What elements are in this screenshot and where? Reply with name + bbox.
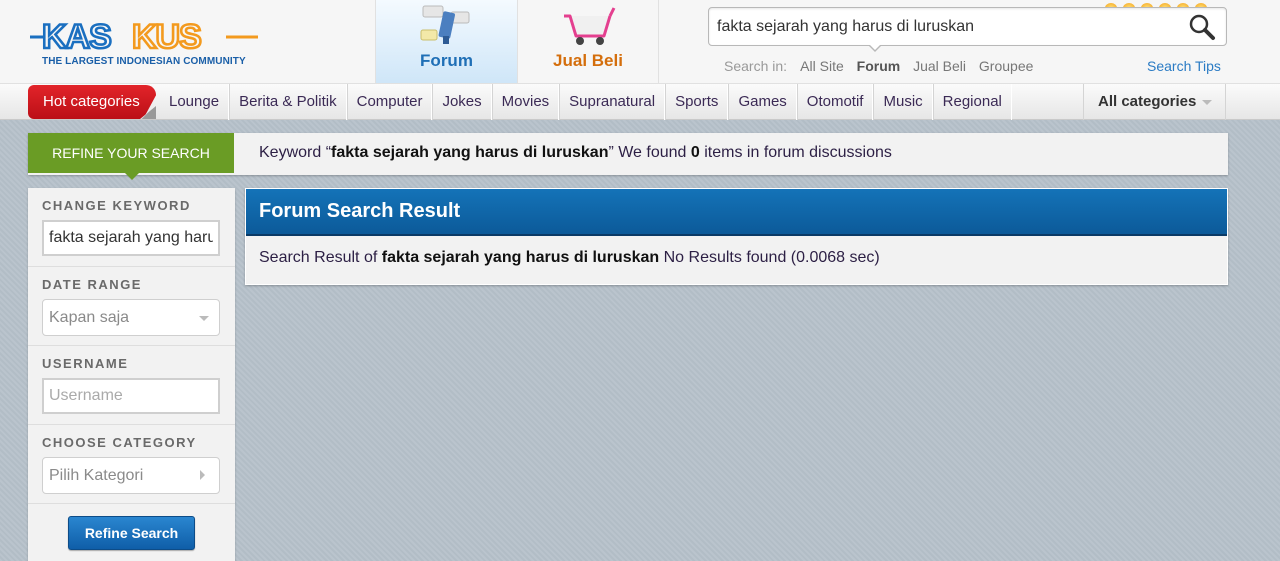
category-sports[interactable]: Sports (665, 84, 729, 120)
change-keyword-section: Change Keyword (28, 188, 235, 267)
search-scope-jual-beli[interactable]: Jual Beli (913, 58, 966, 74)
summary-keyword: fakta sejarah yang harus di luruskan (331, 144, 609, 161)
category-otomotif[interactable]: Otomotif (796, 84, 874, 120)
date-range-select[interactable]: Kapan saja (42, 299, 220, 336)
result-message: Search Result of fakta sejarah yang haru… (246, 236, 1227, 280)
nav-tab-jual-beli[interactable]: Jual Beli (517, 0, 659, 83)
all-categories-dropdown[interactable]: All categories (1083, 84, 1226, 120)
forum-search-result-panel: Forum Search Result Search Result of fak… (245, 188, 1228, 285)
nav-tab-forum-label: Forum (420, 51, 473, 70)
category-regional[interactable]: Regional (932, 84, 1012, 120)
search-scope: Search in: All Site Forum Jual Beli Grou… (724, 58, 1042, 74)
search-scope-forum[interactable]: Forum (857, 58, 901, 74)
summary-count: 0 (690, 144, 700, 161)
search-icon[interactable] (1188, 13, 1216, 41)
category-games[interactable]: Games (728, 84, 797, 120)
result-prefix: Search Result of (259, 249, 382, 266)
date-range-label: Date Range (42, 277, 142, 292)
category-select-value: Pilih Kategori (49, 467, 144, 484)
refine-button-wrap: Refine Search (28, 504, 235, 550)
rating-stars-decoration (1105, 0, 1225, 13)
hot-categories-button[interactable]: Hot categories (28, 85, 156, 119)
nav-tab-forum[interactable]: Forum (375, 0, 517, 83)
category-berita-politik[interactable]: Berita & Politik (229, 84, 347, 120)
chevron-down-icon (1202, 99, 1213, 105)
date-range-section: Date Range Kapan saja (28, 267, 235, 346)
summary-suffix: items in forum discussions (699, 144, 892, 161)
category-computer[interactable]: Computer (346, 84, 433, 120)
site-header: KAS KUS THE LARGEST INDONESIAN COMMUNITY… (0, 0, 1280, 84)
result-status: No Results found (0.0068 sec) (659, 249, 880, 266)
chevron-down-icon (199, 316, 209, 321)
username-section: Username (28, 346, 235, 425)
result-title: Forum Search Result (246, 189, 1227, 236)
refine-sidebar: Change Keyword Date Range Kapan saja Use… (28, 188, 235, 561)
choose-category-section: Choose Category Pilih Kategori (28, 425, 235, 504)
username-label: Username (42, 356, 129, 371)
search-tips-link[interactable]: Search Tips (1147, 58, 1221, 74)
category-lounge[interactable]: Lounge (160, 84, 230, 120)
summary-prefix: Keyword “ (259, 144, 332, 161)
result-keyword: fakta sejarah yang harus di luruskan (381, 249, 660, 266)
category-music[interactable]: Music (873, 84, 933, 120)
site-search-input[interactable] (717, 16, 1177, 38)
logo-tagline: THE LARGEST INDONESIAN COMMUNITY (42, 56, 246, 67)
site-search-box (708, 7, 1227, 46)
kaskus-logo[interactable]: KAS KUS THE LARGEST INDONESIAN COMMUNITY (30, 17, 260, 68)
shopping-cart-icon (564, 7, 616, 45)
category-movies[interactable]: Movies (491, 84, 560, 120)
kaskus-logo-icon: KAS KUS (30, 17, 258, 57)
svg-text:KUS: KUS (132, 18, 201, 54)
search-in-label: Search in: (724, 58, 788, 74)
username-input[interactable] (42, 378, 220, 414)
keyword-input[interactable] (42, 220, 220, 256)
forum-icon (420, 5, 469, 44)
category-bar: Hot categories Lounge Berita & Politik C… (0, 84, 1280, 120)
refine-your-search-tag: Refine your search (28, 133, 234, 180)
svg-text:KAS: KAS (42, 18, 111, 54)
search-scope-pointer (868, 44, 882, 52)
date-range-value: Kapan saja (49, 309, 130, 326)
chevron-right-icon (200, 470, 205, 480)
summary-middle: ” We found (608, 144, 691, 161)
category-supranatural[interactable]: Supranatural (559, 84, 666, 120)
category-select[interactable]: Pilih Kategori (42, 457, 220, 494)
search-summary: Keyword “fakta sejarah yang harus di lur… (259, 133, 892, 173)
category-jokes[interactable]: Jokes (432, 84, 492, 120)
refine-search-button[interactable]: Refine Search (68, 516, 195, 550)
category-list: Lounge Berita & Politik Computer Jokes M… (160, 84, 1012, 120)
change-keyword-label: Change Keyword (42, 198, 191, 213)
refine-banner: Refine your search Keyword “fakta sejara… (28, 133, 1228, 180)
choose-category-label: Choose Category (42, 435, 197, 450)
search-scope-all-site[interactable]: All Site (800, 58, 844, 74)
search-scope-groupee[interactable]: Groupee (979, 58, 1033, 74)
nav-tab-jual-beli-label: Jual Beli (553, 51, 623, 70)
all-categories-label: All categories (1098, 93, 1197, 110)
